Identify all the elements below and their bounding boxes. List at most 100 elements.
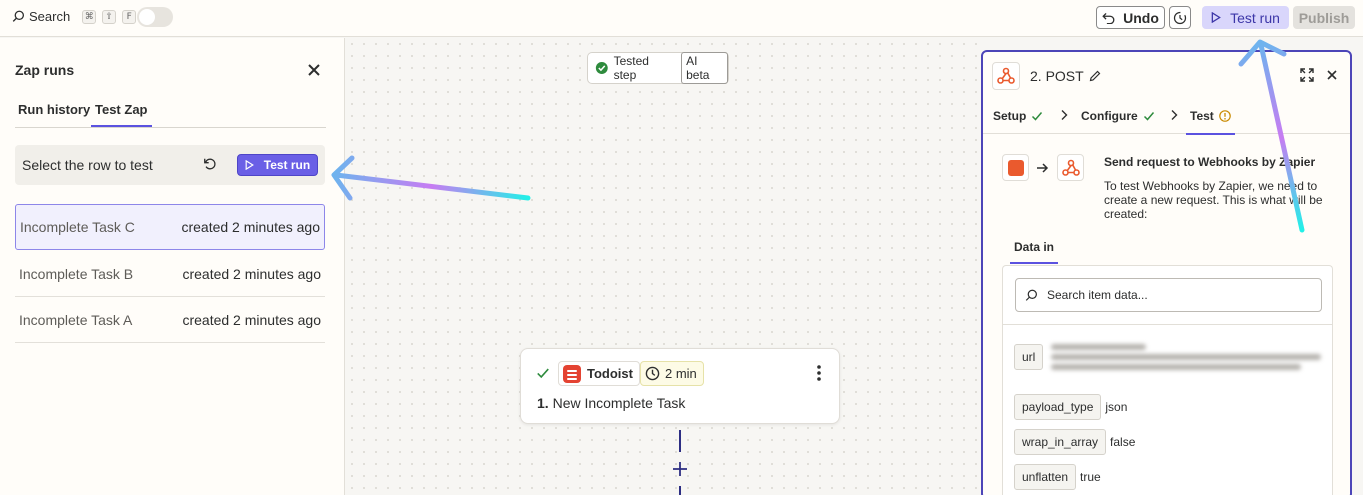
- search-item-data-input[interactable]: Search item data...: [1015, 278, 1322, 312]
- undo-button[interactable]: Undo: [1096, 6, 1165, 29]
- top-bar: Search ⌘ ⇧ F Undo Test run Publish: [0, 0, 1363, 37]
- app-name: Todoist: [587, 366, 633, 381]
- webhooks-app-icon: [1057, 154, 1084, 181]
- task-time: created 2 minutes ago: [182, 265, 321, 282]
- tab-test-zap[interactable]: Test Zap: [91, 102, 151, 127]
- task-time: created 2 minutes ago: [181, 219, 320, 235]
- check-icon: [1032, 112, 1043, 121]
- refresh-icon[interactable]: [203, 157, 217, 171]
- step-number: 1.: [537, 395, 549, 411]
- source-app-icon: [1002, 154, 1029, 181]
- webhook-icon: [1061, 159, 1080, 176]
- test-run-button-top[interactable]: Test run: [1202, 6, 1289, 29]
- check-icon: [1143, 112, 1154, 121]
- task-name: Incomplete Task B: [19, 265, 134, 282]
- search-placeholder: Search item data...: [1047, 288, 1148, 302]
- webhooks-logo: [992, 62, 1020, 90]
- shortcut-key-f: F: [122, 9, 137, 24]
- publish-label: Publish: [1298, 9, 1350, 26]
- play-icon: [245, 160, 254, 170]
- data-in-box: Search item data... url payload_type jso…: [1002, 265, 1333, 495]
- shortcut-key-shift: ⇧: [102, 9, 117, 24]
- info-text: To test Webhooks by Zapier, we need to c…: [1104, 179, 1323, 221]
- connector-line: [679, 430, 681, 452]
- field-key: unflatten: [1014, 464, 1077, 490]
- pencil-icon: [1089, 70, 1101, 82]
- expand-icon[interactable]: [1300, 68, 1314, 82]
- history-icon: [1173, 11, 1187, 24]
- tab-run-history[interactable]: Run history: [18, 102, 90, 117]
- table-row[interactable]: Incomplete Task B created 2 minutes ago: [15, 251, 325, 297]
- step-title[interactable]: 2. POST: [1030, 68, 1101, 84]
- undo-label: Undo: [1123, 9, 1159, 26]
- todoist-logo-icon: [563, 364, 581, 383]
- connector-line: [679, 486, 681, 495]
- play-icon: [1211, 12, 1221, 23]
- check-circle-icon: [595, 62, 608, 74]
- data-field-payload-type: payload_type json: [1014, 394, 1127, 420]
- search-icon: [12, 10, 25, 22]
- chevron-right-icon: [1061, 110, 1068, 120]
- add-step-icon[interactable]: [672, 461, 688, 477]
- data-field-wrap-in-array: wrap_in_array false: [1014, 429, 1135, 455]
- test-run-button[interactable]: Test run: [237, 154, 318, 176]
- field-key: wrap_in_array: [1014, 429, 1107, 455]
- tab-data-in[interactable]: Data in: [1009, 240, 1059, 264]
- task-name: Incomplete Task C: [20, 219, 135, 235]
- data-field-url: url: [1014, 344, 1322, 370]
- time-label: 2 min: [665, 366, 697, 381]
- redacted-url-value: [1051, 344, 1322, 370]
- search-button[interactable]: Search ⌘ ⇧ F: [12, 9, 137, 24]
- request-flow: [1002, 154, 1084, 181]
- tab-setup[interactable]: Setup: [993, 109, 1043, 123]
- shortcut-key-cmd: ⌘: [82, 9, 97, 24]
- tested-step-chip[interactable]: Tested step AI beta: [587, 52, 729, 84]
- tab-test[interactable]: Test: [1186, 109, 1235, 135]
- field-value: true: [1080, 470, 1101, 484]
- select-row-label: Select the row to test: [22, 157, 153, 173]
- close-icon[interactable]: [306, 62, 322, 78]
- search-icon: [1025, 289, 1037, 301]
- field-key: payload_type: [1014, 394, 1102, 420]
- webhook-icon: [997, 67, 1015, 84]
- step-name: New Incomplete Task: [552, 395, 686, 411]
- tab-setup-label: Setup: [993, 109, 1027, 123]
- table-row[interactable]: Incomplete Task C created 2 minutes ago: [15, 204, 325, 250]
- divider: [1003, 324, 1332, 325]
- ai-beta-badge: AI beta: [681, 52, 728, 84]
- warning-icon: [1218, 110, 1231, 122]
- step-card-todoist[interactable]: Todoist 2 min 1. New Incomplete Task: [520, 348, 840, 424]
- task-time: created 2 minutes ago: [182, 311, 321, 328]
- search-label: Search: [29, 9, 71, 24]
- step-detail-panel: 2. POST Setup Configure Test Send reques…: [981, 50, 1352, 495]
- version-history-button[interactable]: [1169, 6, 1191, 29]
- field-key: url: [1014, 344, 1044, 370]
- arrow-right-icon: [1037, 162, 1049, 173]
- chevron-right-icon: [1171, 110, 1178, 120]
- field-value: false: [1110, 435, 1136, 449]
- tab-configure-label: Configure: [1081, 109, 1138, 123]
- tab-test-label: Test: [1190, 109, 1214, 123]
- close-icon[interactable]: [1327, 70, 1337, 80]
- select-row-bar: Select the row to test Test run: [15, 145, 325, 185]
- panel-title: Zap runs: [15, 62, 75, 78]
- panel-tabs: Run history Test Zap: [15, 100, 326, 128]
- task-name: Incomplete Task A: [19, 311, 133, 328]
- check-icon: [537, 368, 549, 379]
- panel-header: 2. POST: [983, 52, 1350, 98]
- zap-canvas[interactable]: Tested step AI beta Todoist 2 min 1. New…: [346, 38, 980, 495]
- undo-icon: [1102, 12, 1115, 24]
- step-title-label: 2. POST: [1030, 68, 1084, 84]
- tab-configure[interactable]: Configure: [1081, 109, 1155, 123]
- test-run-label: Test run: [263, 158, 311, 172]
- more-options-icon[interactable]: [813, 364, 825, 382]
- table-row[interactable]: Incomplete Task A created 2 minutes ago: [15, 297, 325, 343]
- zap-runs-panel: Zap runs Run history Test Zap Select the…: [0, 38, 345, 495]
- clock-icon: [645, 366, 660, 381]
- test-run-label: Test run: [1230, 9, 1280, 26]
- app-chip: Todoist: [558, 361, 640, 386]
- step-tabs: Setup Configure Test: [983, 98, 1350, 135]
- mode-toggle[interactable]: [137, 7, 173, 27]
- publish-button[interactable]: Publish: [1293, 6, 1355, 29]
- tested-step-label: Tested step: [613, 54, 649, 82]
